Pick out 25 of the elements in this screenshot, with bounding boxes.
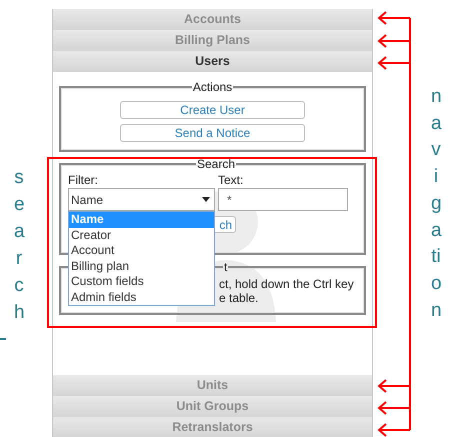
navigation-header[interactable]: Users	[53, 51, 372, 72]
field-label: Text:	[218, 173, 244, 187]
section-legend: Actions	[192, 80, 234, 94]
field-label: Filter:	[68, 173, 99, 187]
text-field[interactable]: *	[218, 188, 348, 211]
filter-dropdown[interactable]: Name	[68, 188, 215, 211]
dropdown-option[interactable]: Admin fields	[69, 290, 214, 305]
dropdown-option[interactable]: Custom fields	[69, 274, 214, 290]
navigation-header[interactable]: Units	[53, 375, 372, 396]
caret-icon	[202, 197, 210, 202]
action-button[interactable]: Send a Notice	[120, 124, 305, 142]
dropdown-option[interactable]: Name	[69, 212, 214, 228]
section-legend: t	[223, 260, 228, 274]
dropdown-option[interactable]: Account	[69, 243, 214, 258]
hint-text: ct, hold down the Ctrl key e table.	[219, 277, 355, 305]
action-button[interactable]: Create User	[120, 101, 305, 119]
section-legend: Search	[196, 157, 236, 171]
navigation-header[interactable]: Retranslators	[53, 417, 372, 437]
navigation-header[interactable]: Accounts	[53, 9, 372, 30]
annotation-label: navigation	[431, 85, 441, 323]
annotation-label: search	[14, 166, 24, 325]
dropdown-option[interactable]: Billing plan	[69, 258, 214, 274]
dash-mark	[0, 338, 6, 340]
navigation-header[interactable]: Unit Groups	[53, 396, 372, 417]
navigation-header[interactable]: Billing Plans	[53, 30, 372, 51]
